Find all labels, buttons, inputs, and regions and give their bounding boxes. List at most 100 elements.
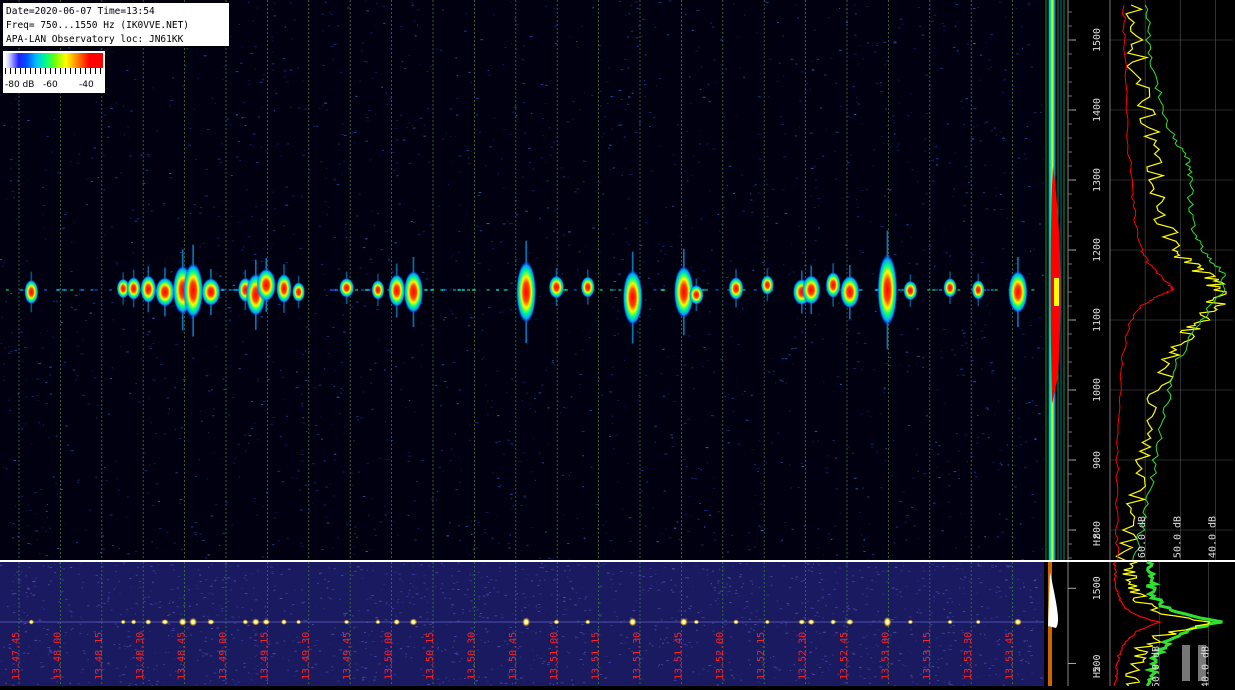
- noise-dot: [16, 577, 18, 578]
- noise-dot: [653, 117, 655, 118]
- noise-dot: [497, 478, 500, 479]
- noise-dot: [389, 38, 392, 39]
- noise-dot: [487, 414, 488, 415]
- noise-dot: [833, 440, 835, 441]
- noise-dot: [898, 660, 901, 661]
- noise-dot: [883, 64, 886, 65]
- noise-dot: [188, 589, 190, 590]
- noise-dot: [126, 609, 128, 610]
- noise-dot: [526, 628, 529, 629]
- noise-dot: [1037, 348, 1040, 349]
- noise-dot: [729, 662, 730, 663]
- noise-dot: [290, 70, 293, 71]
- noise-dot: [10, 293, 12, 294]
- noise-dot: [818, 582, 821, 583]
- noise-dot: [416, 594, 419, 595]
- noise-dot: [981, 369, 983, 370]
- noise-dot: [509, 625, 510, 626]
- noise-dot: [625, 242, 628, 243]
- noise-dot: [1017, 579, 1018, 580]
- noise-dot: [613, 234, 614, 235]
- noise-dot: [97, 405, 99, 406]
- noise-dot: [149, 346, 151, 347]
- noise-dot: [632, 93, 634, 94]
- noise-dot: [396, 601, 398, 602]
- noise-dot: [24, 347, 27, 348]
- noise-dot: [635, 600, 637, 601]
- noise-dot: [592, 228, 595, 229]
- noise-dot: [727, 552, 729, 553]
- noise-dot: [272, 192, 274, 193]
- noise-dot: [907, 371, 909, 372]
- noise-dot: [846, 22, 848, 23]
- noise-dot: [941, 351, 942, 352]
- noise-dot: [195, 522, 197, 523]
- noise-dot: [400, 115, 401, 116]
- noise-dot: [567, 121, 570, 122]
- noise-dot: [480, 640, 482, 641]
- noise-dot: [453, 641, 455, 642]
- time-tick-label: 13.49.45: [342, 632, 353, 680]
- noise-dot: [963, 221, 965, 222]
- noise-dot: [741, 175, 744, 176]
- noise-dot: [998, 644, 1000, 645]
- noise-dot: [277, 144, 279, 145]
- noise-dot: [1022, 663, 1024, 664]
- noise-dot: [296, 478, 298, 479]
- noise-dot: [737, 596, 740, 597]
- noise-dot: [359, 194, 360, 195]
- noise-dot: [655, 574, 656, 575]
- noise-dot: [551, 614, 553, 615]
- noise-dot: [227, 601, 229, 602]
- noise-dot: [643, 467, 644, 468]
- noise-dot: [967, 44, 969, 45]
- noise-dot: [331, 14, 333, 15]
- noise-dot: [80, 624, 82, 625]
- noise-dot: [212, 594, 214, 595]
- noise-dot: [814, 627, 816, 628]
- noise-dot: [692, 586, 694, 587]
- noise-dot: [987, 305, 988, 306]
- noise-dot: [414, 120, 416, 121]
- noise-dot: [729, 166, 732, 167]
- noise-dot: [531, 527, 534, 528]
- noise-dot: [750, 613, 752, 614]
- noise-dot: [185, 147, 186, 148]
- noise-dot: [523, 496, 526, 497]
- noise-dot: [724, 624, 726, 625]
- noise-dot: [659, 664, 660, 665]
- noise-dot: [876, 45, 878, 46]
- noise-dot: [494, 615, 497, 616]
- noise-dot: [139, 587, 142, 588]
- noise-dot: [408, 122, 410, 123]
- echo-blip: [629, 618, 637, 627]
- noise-dot: [811, 571, 813, 572]
- noise-dot: [950, 626, 951, 627]
- noise-dot: [446, 535, 449, 536]
- noise-dot: [222, 533, 225, 534]
- noise-dot: [317, 663, 319, 664]
- noise-dot: [441, 563, 443, 564]
- noise-dot: [28, 543, 30, 544]
- noise-dot: [108, 414, 110, 415]
- noise-dot: [153, 669, 155, 670]
- noise-dot: [1008, 104, 1011, 105]
- noise-dot: [1032, 400, 1034, 401]
- noise-dot: [221, 608, 223, 609]
- noise-dot: [50, 580, 52, 581]
- noise-dot: [607, 103, 609, 104]
- echo-blip: [189, 618, 197, 627]
- noise-dot: [815, 648, 817, 649]
- carrier-dot: [330, 289, 333, 291]
- meteor-echo: [840, 276, 860, 309]
- noise-dot: [159, 601, 161, 602]
- noise-dot: [533, 596, 534, 597]
- meteor-echo: [388, 274, 405, 307]
- noise-dot: [335, 370, 337, 371]
- noise-dot: [491, 401, 492, 402]
- frequency-unit-label: Hz: [1092, 666, 1103, 678]
- meteor-echo: [516, 261, 536, 324]
- noise-dot: [856, 97, 857, 98]
- noise-dot: [767, 268, 769, 269]
- noise-dot: [456, 115, 458, 116]
